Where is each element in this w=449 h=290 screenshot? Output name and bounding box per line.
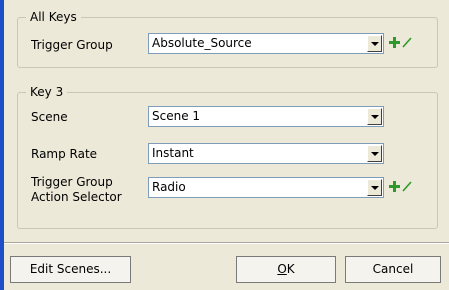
scene-select[interactable]: Scene 1 [148,106,384,127]
button-bar-divider [4,242,449,244]
dropdown-arrow-icon[interactable] [367,179,382,196]
key3-legend: Key 3 [26,85,68,99]
scene-value: Scene 1 [152,109,201,123]
dropdown-arrow-icon[interactable] [367,108,382,125]
edit-scenes-label: Edit Scenes... [29,262,112,276]
trigger-group-select[interactable]: Absolute_Source [148,33,384,54]
edit-scenes-button[interactable]: Edit Scenes... [10,256,131,283]
ok-button[interactable]: OK [236,256,336,283]
cancel-button[interactable]: Cancel [345,256,441,283]
add-trigger-group-icon[interactable] [389,37,400,48]
dropdown-arrow-icon[interactable] [367,35,382,52]
tg-action-label-line2: Action Selector [31,190,122,204]
dropdown-arrow-icon[interactable] [367,145,382,162]
tg-action-label-line1: Trigger Group [31,175,113,189]
ramp-rate-value: Instant [152,146,194,160]
ramp-rate-label: Ramp Rate [31,147,98,161]
scene-label: Scene [31,110,68,124]
edit-trigger-group-icon[interactable] [402,37,412,48]
trigger-group-label: Trigger Group [31,38,113,52]
edit-action-selector-icon[interactable] [402,181,412,192]
ramp-rate-select[interactable]: Instant [148,143,384,164]
trigger-group-value: Absolute_Source [152,36,252,50]
tg-action-select[interactable]: Radio [148,177,384,198]
window-left-border [0,0,4,290]
all-keys-legend: All Keys [26,10,81,24]
tg-action-value: Radio [152,180,186,194]
ok-mnemonic: O [277,262,287,276]
ok-label: K [286,262,295,276]
add-action-selector-icon[interactable] [389,181,400,192]
cancel-label: Cancel [372,262,414,276]
